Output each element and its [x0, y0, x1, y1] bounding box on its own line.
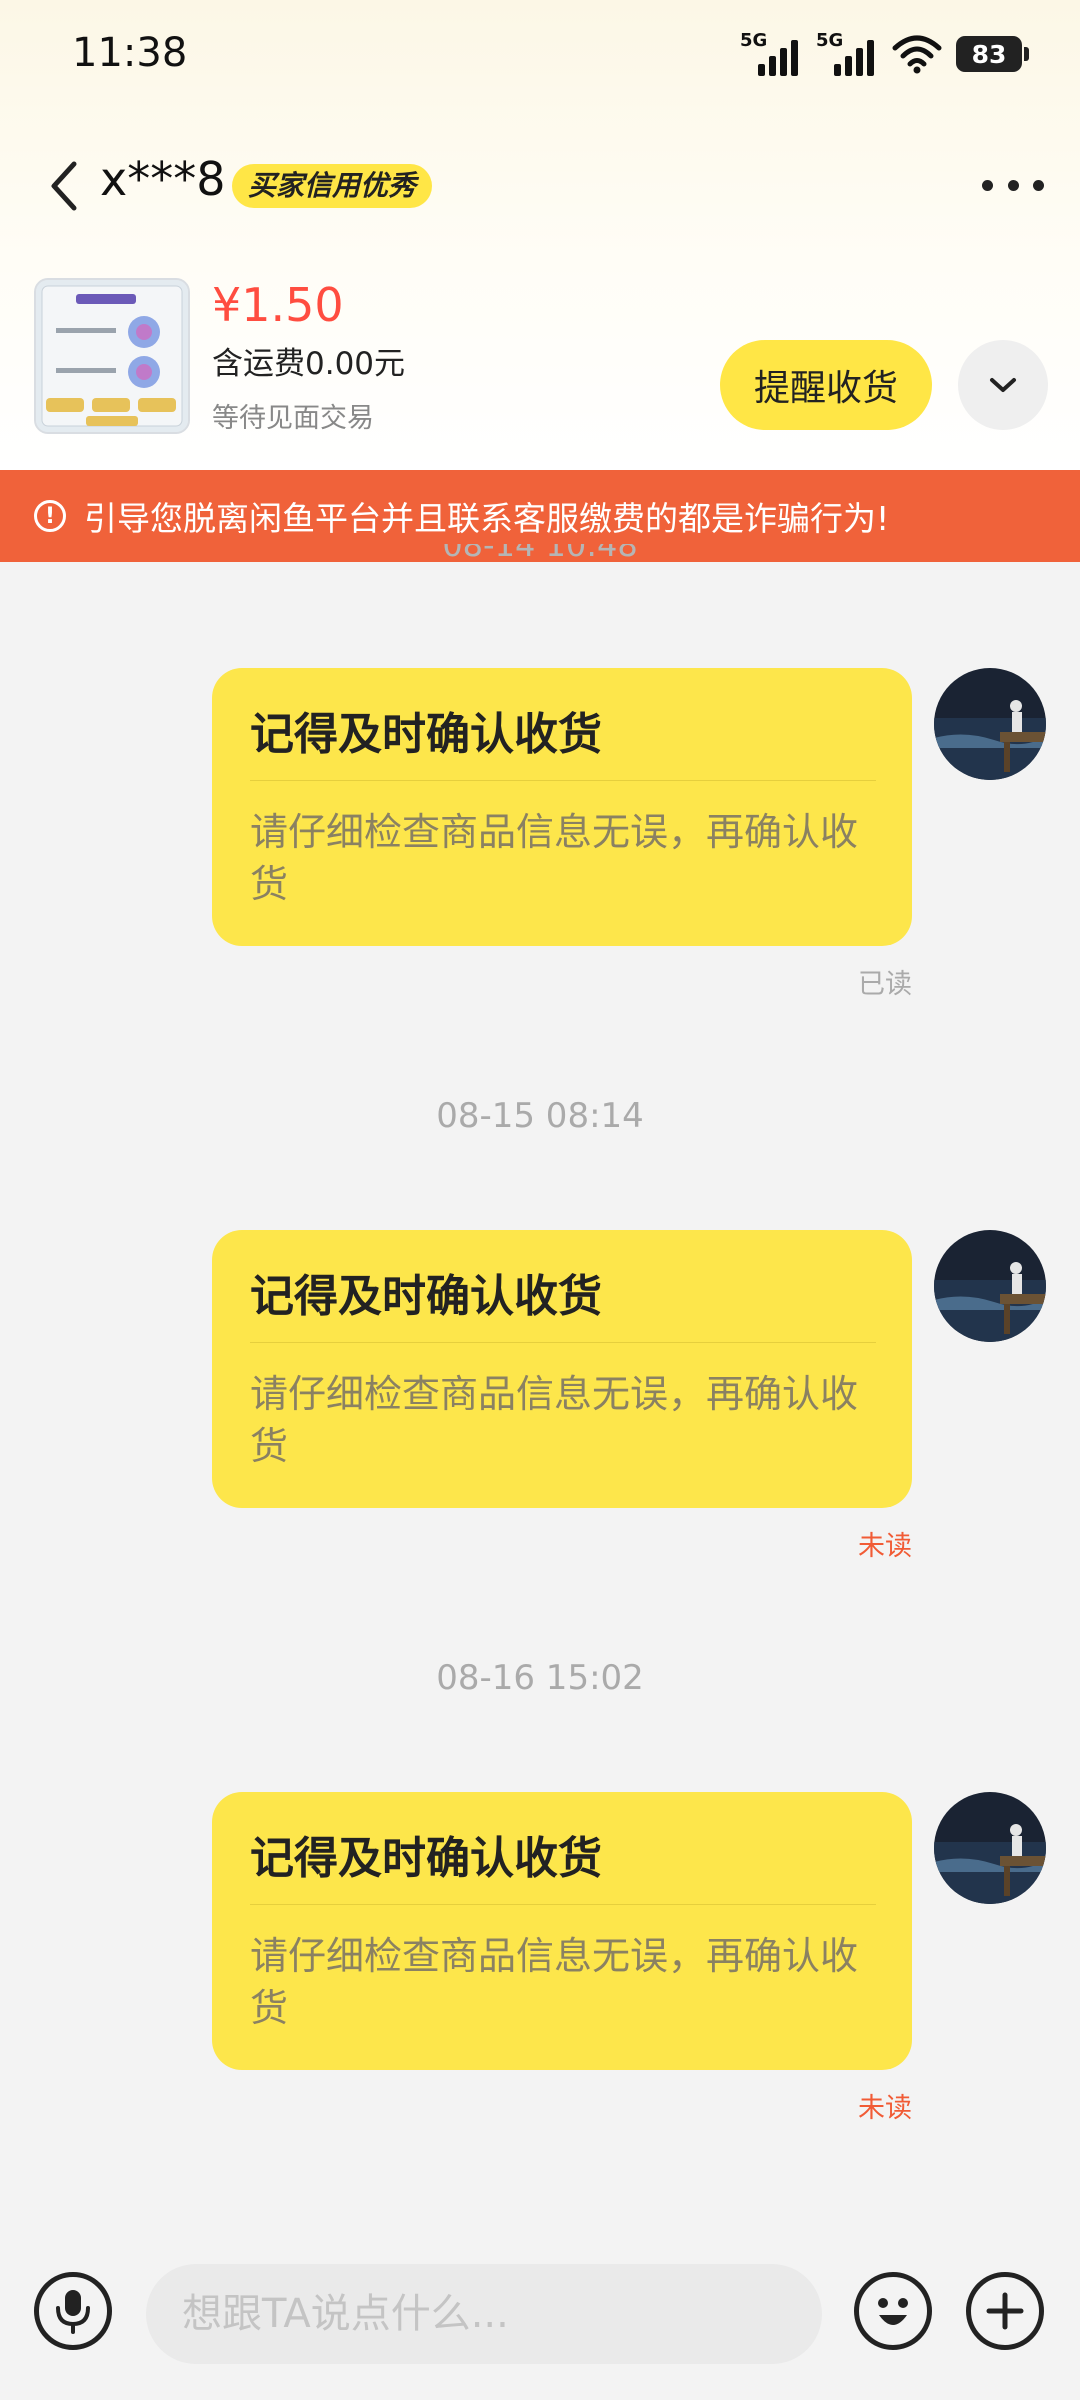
- read-status: 已读: [858, 969, 912, 1000]
- remind-receipt-button[interactable]: 提醒收货: [720, 340, 932, 430]
- message-divider: [250, 1342, 876, 1343]
- unread-status: 未读: [858, 1531, 912, 1562]
- message-title: 记得及时确认收货: [250, 1833, 602, 1884]
- message-divider: [250, 1904, 876, 1905]
- back-icon[interactable]: [44, 158, 84, 214]
- emoji-button[interactable]: [854, 2272, 932, 2350]
- alert-icon: !: [34, 500, 66, 532]
- avatar[interactable]: [934, 1230, 1046, 1342]
- product-price: ¥1.50: [212, 278, 344, 332]
- battery-icon: 83: [956, 36, 1029, 72]
- voice-button[interactable]: [34, 2272, 112, 2350]
- message-body: 请仔细检查商品信息无误，再确认收货: [250, 1372, 859, 1468]
- chevron-down-icon: [990, 378, 1016, 392]
- trade-status: 等待见面交易: [212, 403, 374, 434]
- status-time: 11:38: [72, 30, 188, 76]
- message-body: 请仔细检查商品信息无误，再确认收货: [250, 810, 859, 906]
- timestamp: 08-16 15:02: [436, 1658, 644, 1698]
- product-thumbnail[interactable]: [34, 278, 190, 434]
- contact-nickname[interactable]: x***8: [100, 152, 226, 206]
- signal-icon: 5G: [740, 30, 802, 76]
- wifi-icon: [892, 35, 942, 74]
- more-options-icon[interactable]: [982, 170, 1044, 200]
- shipping-fee: 含运费0.00元: [212, 346, 406, 382]
- signal-icon-2: 5G: [816, 30, 878, 76]
- partial-timestamp: 08-14 10:48: [0, 544, 1080, 574]
- message-title: 记得及时确认收货: [250, 709, 602, 760]
- message-body: 请仔细检查商品信息无误，再确认收货: [250, 1934, 859, 2030]
- message-title: 记得及时确认收货: [250, 1271, 602, 1322]
- chat-header: x***8 买家信用优秀: [0, 140, 1080, 230]
- avatar[interactable]: [934, 668, 1046, 780]
- input-bar: [0, 2240, 1080, 2400]
- message-bubble[interactable]: 记得及时确认收货 请仔细检查商品信息无误，再确认收货: [212, 1792, 912, 2070]
- warning-text: 引导您脱离闲鱼平台并且联系客服缴费的都是诈骗行为!: [84, 499, 890, 538]
- expand-button[interactable]: [958, 340, 1048, 430]
- battery-level: 83: [971, 39, 1007, 69]
- timestamp: 08-15 08:14: [436, 1096, 644, 1136]
- status-bar: 11:38 5G 5G 83: [0, 0, 1080, 120]
- partial-timestamp-text: 08-14 10:48: [442, 544, 638, 564]
- credit-badge[interactable]: 买家信用优秀: [232, 164, 433, 208]
- microphone-icon: [56, 2290, 90, 2334]
- message-bubble[interactable]: 记得及时确认收货 请仔细检查商品信息无误，再确认收货: [212, 1230, 912, 1508]
- product-image: [36, 280, 188, 432]
- plus-icon: [986, 2292, 1024, 2330]
- more-actions-button[interactable]: [966, 2272, 1044, 2350]
- message-input[interactable]: [146, 2264, 822, 2364]
- emoji-icon: [878, 2298, 908, 2325]
- message-divider: [250, 780, 876, 781]
- avatar[interactable]: [934, 1792, 1046, 1904]
- message-bubble[interactable]: 记得及时确认收货 请仔细检查商品信息无误，再确认收货: [212, 668, 912, 946]
- unread-status: 未读: [858, 2093, 912, 2124]
- status-icons: 5G 5G 83: [740, 30, 1029, 76]
